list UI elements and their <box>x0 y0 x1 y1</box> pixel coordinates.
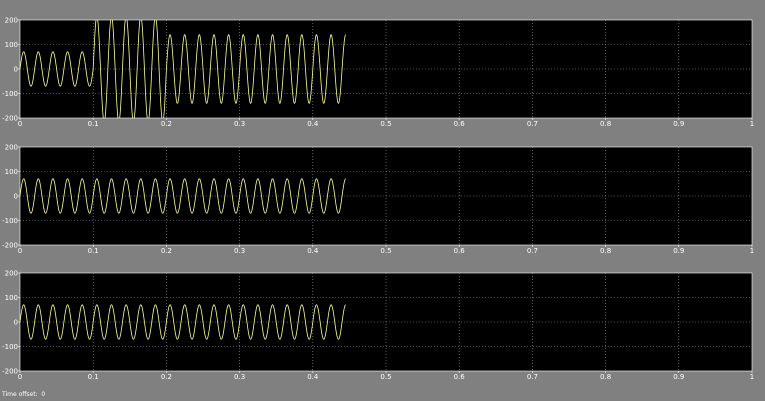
y-tick-label: 100 <box>5 294 18 302</box>
x-tick-label: 0.2 <box>161 247 172 255</box>
x-tick-label: 0.6 <box>454 120 466 128</box>
y-tick-label: -100 <box>2 343 18 351</box>
x-tick-label: 0.5 <box>380 120 391 128</box>
x-tick-label: 0 <box>18 373 22 381</box>
x-tick-label: 0.1 <box>88 373 99 381</box>
y-tick-label: 200 <box>5 17 18 25</box>
y-tick-label: 0 <box>14 193 18 201</box>
x-tick-label: 0.4 <box>307 247 319 255</box>
x-tick-label: 0 <box>18 120 22 128</box>
x-tick-label: 0.3 <box>234 373 245 381</box>
time-offset-value: 0 <box>41 391 46 398</box>
x-tick-label: 0 <box>18 247 22 255</box>
time-offset-readout: Time offset: 0 <box>2 391 45 398</box>
x-tick-label: 0.7 <box>527 120 538 128</box>
x-tick-label: 0.1 <box>88 247 99 255</box>
x-tick-label: 0.9 <box>673 120 684 128</box>
y-tick-label: -200 <box>2 368 18 376</box>
x-tick-label: 0.5 <box>380 373 391 381</box>
x-tick-label: 0.8 <box>600 373 611 381</box>
y-tick-label: 0 <box>14 319 18 327</box>
x-tick-label: 0.7 <box>527 373 538 381</box>
x-tick-label: 0.2 <box>161 373 172 381</box>
y-tick-label: -200 <box>2 115 18 123</box>
x-tick-label: 0.3 <box>234 120 245 128</box>
x-tick-label: 0.9 <box>673 247 684 255</box>
x-tick-label: 0.7 <box>527 247 538 255</box>
scope-window: 0 0.1 0.2 0.3 0.4 0.5 0.6 0.7 0.8 0.9 1 -200 -100 0 10… <box>0 0 765 401</box>
x-tick-label: 1 <box>750 247 754 255</box>
y-tick-label: 0 <box>14 66 18 74</box>
y-tick-label: 200 <box>5 270 18 278</box>
y-tick-label: 100 <box>5 168 18 176</box>
x-tick-label: 0.8 <box>600 247 611 255</box>
x-tick-label: 0.6 <box>454 373 466 381</box>
y-tick-label: -100 <box>2 217 18 225</box>
scope-axes-2: 0 0.1 0.2 0.3 0.4 0.5 0.6 0.7 0.8 0.9 1 -200 -100 0 10… <box>2 144 754 256</box>
scope-axes-1: 0 0.1 0.2 0.3 0.4 0.5 0.6 0.7 0.8 0.9 1 -200 -100 0 10… <box>2 17 754 129</box>
x-tick-label: 1 <box>750 373 754 381</box>
x-tick-label: 0.4 <box>307 120 319 128</box>
scope-axes-3: 0 0.1 0.2 0.3 0.4 0.5 0.6 0.7 0.8 0.9 1 -200 -100 0 10… <box>2 270 754 382</box>
x-tick-label: 1 <box>750 120 754 128</box>
y-tick-label: 200 <box>5 144 18 152</box>
x-tick-label: 0.3 <box>234 247 245 255</box>
y-tick-label: -200 <box>2 242 18 250</box>
x-tick-label: 0.2 <box>161 120 172 128</box>
scope-plots: 0 0.1 0.2 0.3 0.4 0.5 0.6 0.7 0.8 0.9 1-200-100010… <box>2 17 754 382</box>
x-tick-label: 0.9 <box>673 373 684 381</box>
x-tick-label: 0.8 <box>600 120 611 128</box>
x-tick-label: 0.1 <box>88 120 99 128</box>
y-tick-label: -100 <box>2 90 18 98</box>
y-tick-label: 100 <box>5 41 18 49</box>
x-tick-label: 0.5 <box>380 247 391 255</box>
x-tick-label: 0.4 <box>307 373 319 381</box>
x-tick-label: 0.6 <box>454 247 466 255</box>
time-offset-label: Time offset: <box>2 391 38 398</box>
